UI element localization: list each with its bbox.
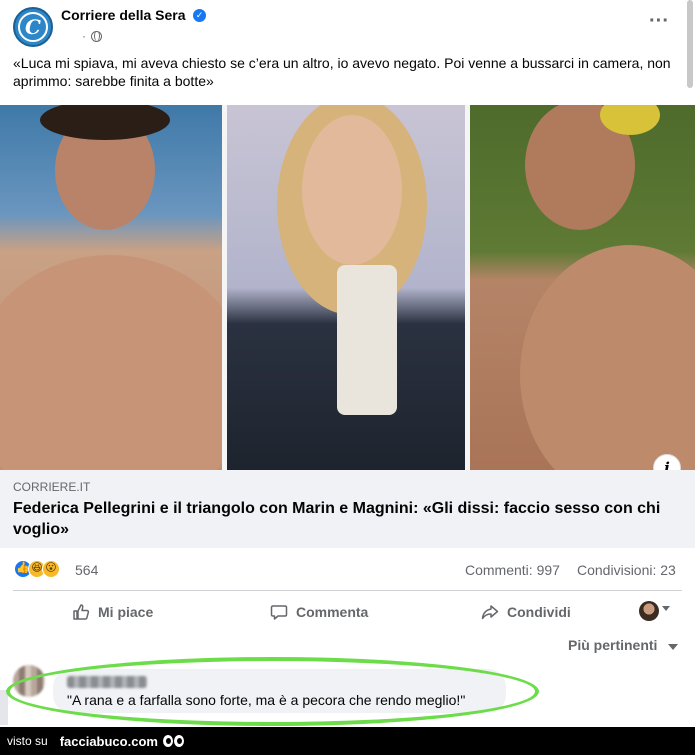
photo-right [470, 105, 695, 470]
link-domain: CORRIERE.IT [13, 480, 91, 494]
link-title[interactable]: Federica Pellegrini e il triangolo con M… [13, 498, 673, 540]
verified-icon: ✓ [193, 9, 206, 22]
photo-center [227, 105, 465, 470]
chevron-down-icon[interactable] [662, 606, 670, 611]
wow-reaction-icon: 😮 [42, 560, 60, 578]
like-button[interactable]: Mi piace [72, 601, 153, 623]
like-label: Mi piace [98, 604, 154, 620]
share-button[interactable]: Condividi [481, 601, 571, 623]
link-preview[interactable]: CORRIERE.IT Federica Pellegrini e il tri… [0, 470, 695, 548]
comment-sort-dropdown[interactable]: Più pertinenti [568, 637, 657, 653]
reaction-count[interactable]: 564 [75, 562, 98, 578]
post-timestamp[interactable]: · [82, 29, 86, 43]
comment-icon [270, 603, 288, 621]
share-label: Condividi [507, 604, 571, 620]
page-avatar[interactable]: C [13, 7, 53, 47]
eyes-logo-icon [162, 735, 184, 747]
like-icon [72, 603, 90, 621]
globe-icon [91, 31, 102, 42]
post-header: C Corriere della Sera ✓ · ··· [0, 0, 695, 50]
shares-count[interactable]: Condivisioni: 23 [577, 562, 676, 578]
post-text: «Luca mi spiava, mi aveva chiesto se c’e… [13, 55, 671, 89]
chevron-down-icon[interactable] [668, 644, 678, 650]
watermark-site: facciabuco.com [59, 733, 158, 749]
watermark-prefix: visto su [7, 734, 48, 748]
logo-letter: C [18, 12, 48, 42]
highlight-ring [6, 657, 539, 726]
link-image[interactable] [0, 105, 695, 470]
comments-count[interactable]: Commenti: 997 [465, 562, 560, 578]
share-icon [481, 603, 499, 621]
divider [13, 590, 682, 591]
comment-button[interactable]: Commenta [270, 601, 368, 623]
watermark-bar: visto su facciabuco.com [0, 727, 695, 755]
scrollbar[interactable] [687, 0, 693, 88]
avatar[interactable] [639, 601, 659, 621]
comment-label: Commenta [296, 604, 369, 620]
photo-left [0, 105, 222, 470]
more-icon[interactable]: ··· [649, 11, 669, 31]
page-name[interactable]: Corriere della Sera [61, 7, 186, 23]
